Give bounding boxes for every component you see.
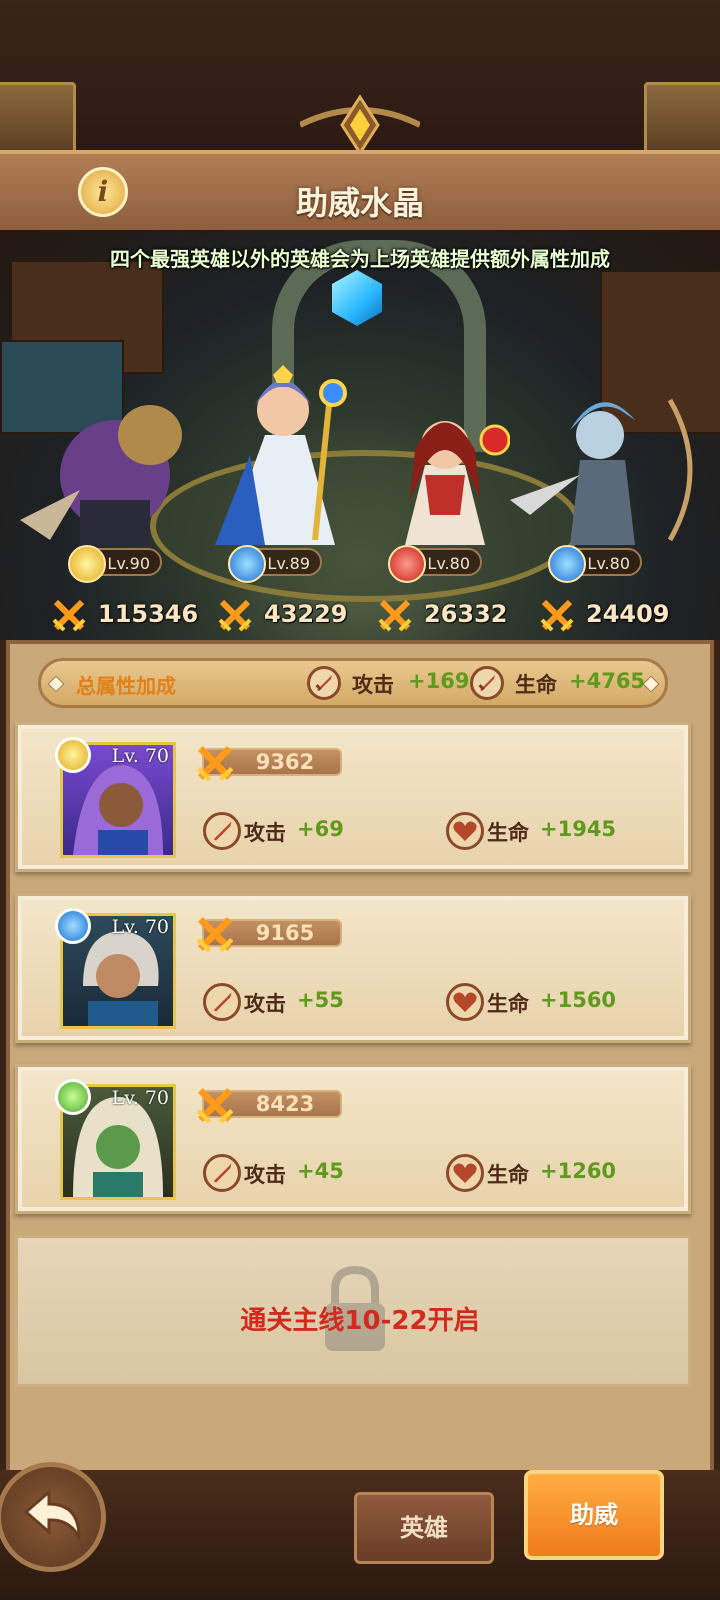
slot-hp-label: 生命 [487, 1163, 529, 1187]
slot-attack-label: 攻击 [244, 1163, 286, 1187]
slot-power-value: 9362 [255, 750, 315, 774]
portrait-level: Lv. 70 [111, 1087, 169, 1109]
left-pillar-ornament [0, 82, 76, 158]
heart-icon [446, 812, 484, 850]
page-title: 助威水晶 [295, 184, 424, 222]
hero-beast-warrior[interactable] [20, 380, 200, 550]
hero-power: 24409 [540, 597, 670, 632]
crossed-swords-icon [196, 917, 234, 953]
tab-hero[interactable]: 英雄 [354, 1492, 494, 1564]
sword-icon [203, 812, 241, 850]
crossed-swords-icon [196, 1088, 234, 1124]
hero-red-mage[interactable] [380, 405, 510, 550]
right-pillar-ornament [644, 82, 720, 158]
blue-gem-icon [228, 545, 266, 583]
portrait-level: Lv. 70 [111, 745, 169, 767]
locked-slot-text: 通关主线10-22开启 [240, 1306, 480, 1336]
hero-power-value: 26332 [424, 600, 508, 628]
crossed-swords-icon [52, 599, 86, 632]
total-bonus-label: 总属性加成 [76, 674, 176, 698]
slot-attack-value: +69 [297, 817, 344, 841]
scene-subtitle: 四个最强英雄以外的英雄会为上场英雄提供额外属性加成 [110, 247, 610, 271]
hero-ice-queen[interactable] [195, 365, 365, 550]
red-gem-icon [388, 545, 426, 583]
sword-icon [203, 983, 241, 1021]
slot-power-value: 8423 [255, 1092, 315, 1116]
total-attack-value: +169 [408, 669, 470, 693]
gold-gem-icon [55, 737, 91, 773]
blue-gem-icon [55, 908, 91, 944]
hero-power: 115346 [52, 597, 199, 632]
hero-power: 43229 [218, 597, 348, 632]
hero-scene [0, 230, 720, 640]
slot-power: 9362 [196, 746, 342, 782]
hero-power-value: 24409 [586, 600, 670, 628]
tab-cheer[interactable]: 助威 [524, 1470, 664, 1560]
sword-icon [203, 1154, 241, 1192]
crossed-swords-icon [196, 746, 234, 782]
hero-power-value: 115346 [98, 600, 199, 628]
total-hp-value: +4765 [569, 669, 646, 693]
heart-icon [446, 1154, 484, 1192]
sword-icon [307, 666, 341, 700]
slot-power: 8423 [196, 1088, 342, 1124]
blue-gem-icon [548, 545, 586, 583]
slot-hp-label: 生命 [487, 821, 529, 845]
slot-attack-label: 攻击 [244, 992, 286, 1016]
slot-attack-value: +55 [297, 988, 344, 1012]
portrait-level: Lv. 70 [111, 916, 169, 938]
slot-hp-label: 生命 [487, 992, 529, 1016]
back-button[interactable] [0, 1462, 106, 1572]
slot-hp-value: +1945 [540, 817, 617, 841]
hero-power: 26332 [378, 597, 508, 632]
green-gem-icon [55, 1079, 91, 1115]
back-arrow-icon [23, 1488, 81, 1543]
crossed-swords-icon [218, 599, 252, 632]
total-hp-label: 生命 [515, 673, 557, 697]
slot-hp-value: +1560 [540, 988, 617, 1012]
crossed-swords-icon [378, 599, 412, 632]
slot-hp-value: +1260 [540, 1159, 617, 1183]
slot-attack-value: +45 [297, 1159, 344, 1183]
sword-icon [470, 666, 504, 700]
hero-power-value: 43229 [264, 600, 348, 628]
hero-elf-archer[interactable] [510, 380, 710, 550]
slot-attack-label: 攻击 [244, 821, 286, 845]
total-attack-label: 攻击 [352, 673, 394, 697]
gold-gem-icon [68, 545, 106, 583]
slot-power: 9165 [196, 917, 342, 953]
heart-icon [446, 983, 484, 1021]
crossed-swords-icon [540, 599, 574, 632]
slot-power-value: 9165 [255, 921, 315, 945]
